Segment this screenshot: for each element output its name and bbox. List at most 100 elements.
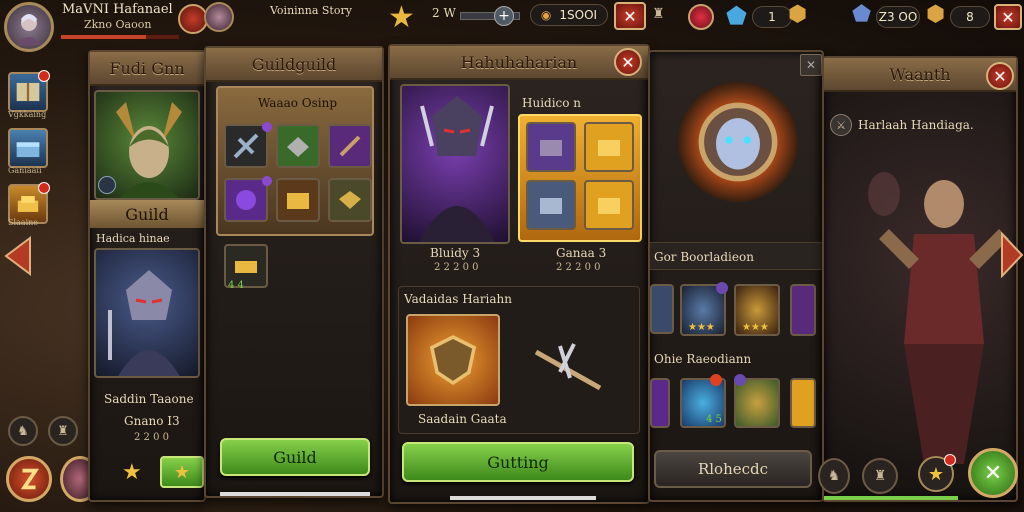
panel5-title: Waanth [889,64,951,84]
top-misc-icon[interactable]: ♜ [652,6,665,22]
panel1-hero-badge [98,176,116,194]
shop-item-3[interactable] [328,124,372,168]
panel4-emblem[interactable] [678,82,798,202]
panel2-title: Guildguild [251,54,337,74]
reward-shield-slot[interactable] [406,314,500,406]
panel4-button-label: Rlohecdc [697,460,769,478]
currency-pill[interactable]: ◉ 1SOOI [530,4,608,26]
panel3-hero-portrait[interactable] [400,84,510,244]
panel1-hero-name: Saddin Taaone [104,392,194,406]
panel5-subtitle-icon: ⚔ [830,114,852,136]
panel3-getting-button[interactable]: Gutting [402,442,634,482]
shop-item-4[interactable] [224,178,268,222]
res2-pill: Z3 OO [876,6,920,28]
panel5-warrior-art [844,144,1014,474]
panel1-star-button[interactable]: ★ [160,456,204,488]
shop-item-5[interactable] [276,178,320,222]
panel-guild-shop: Guildguild Waaao Osinp 4 4 Guild [204,46,384,498]
hero-card-2-badge [716,282,728,294]
top-close-button-right[interactable]: ✕ [994,4,1022,30]
arrow-left-button[interactable] [2,236,34,276]
res2-icon[interactable]: ⬟ [852,2,871,27]
panel5-progress-bar [824,496,958,500]
panel4-close-button[interactable]: ✕ [800,54,822,76]
small-icon-a[interactable]: ♞ [8,416,38,446]
panel2-progress-bar [220,492,370,496]
reward-crossbow-icon[interactable] [530,332,610,402]
panel3-reward-label: Saadain Gaata [418,412,507,426]
panel4-section2: Ohie Raeodiann [654,352,752,366]
panel-hero-reward: Hahuhaharian ✕ Bluidy 3 2 2 2 0 0 Huidic… [388,44,650,504]
chest-slot-4[interactable] [584,180,634,230]
notification-badge-1 [38,70,50,82]
currency-icon: ◉ [540,8,552,22]
top-close-button[interactable]: ✕ [614,2,646,30]
chest-slot-2[interactable] [584,122,634,172]
panel2-header-avatar[interactable] [204,2,234,32]
small-icon-b[interactable]: ♜ [48,416,78,446]
player-name: MaVNI Hafanael [62,2,173,17]
panel1-star-icon[interactable]: ★ [122,460,142,485]
panel1-guild-label: Guild [125,204,169,224]
chest-slot-1[interactable] [526,122,576,172]
panel2-small-item-label: 4 4 [228,280,244,291]
panel1-hero-label: Hadica hinae [96,232,170,245]
gold-bar-icon [235,261,257,273]
xp-star-icon[interactable]: ★ [388,0,424,36]
panel-rewards-list: ✕ Gor Boorladieon ★★★ ★★★ Ohie Raeodiann… [648,50,824,502]
hero-card-3-stars: ★★★ [742,322,769,333]
panel4-section1: Gor Boorladieon [654,250,754,264]
shop-item-2[interactable] [276,124,320,168]
panel3-close-button[interactable]: ✕ [614,48,642,76]
panel3-heading: Huidico n [522,96,582,110]
panel-hero-guild: Fudi Gnn Guild Hadica hinae Saddin Taaon… [88,50,206,502]
crossbow-icon [233,133,259,159]
panel4-button[interactable]: Rlohecdc [654,450,812,488]
hero-card-1[interactable] [650,284,674,334]
panel5-subtitle: Harlaah Handiaga. [858,118,974,132]
bottom-btn-2[interactable]: ♜ [862,458,898,494]
panel3-chest-sub: 2 2 2 0 0 [556,262,601,273]
panel3-progress-bar [450,496,596,500]
panel3-chest-label: Ganaa 3 [556,246,607,260]
shop-item-1[interactable] [224,124,268,168]
panel1-guild-banner[interactable]: Guild [90,200,204,228]
player-avatar[interactable] [4,2,54,52]
panel2-guild-button[interactable]: Guild [220,438,370,476]
bottom-btn-1[interactable]: ♞ [818,458,850,494]
item-card-1[interactable] [650,378,670,428]
dagger-icon [339,135,361,157]
panel2-header: Guildguild [206,48,382,82]
hero-card-4[interactable] [790,284,816,336]
res1-value: 1 [768,10,776,24]
potion-icon[interactable] [688,4,714,30]
res1-plus-icon[interactable]: ⬢ [788,2,807,27]
shop-item-6[interactable] [328,178,372,222]
res3-pill: 8 [950,6,990,28]
menu-btn-2[interactable] [8,128,48,168]
rune-icon [20,468,40,490]
top-plus-button[interactable]: + [494,6,514,26]
purple-chest-icon [540,140,562,156]
panel5-close-button[interactable]: ✕ [986,62,1014,90]
shield-gem-icon[interactable]: ⬟ [726,2,747,30]
gem-label: 2 W [432,6,456,20]
main-emblem-button[interactable] [6,456,52,502]
panel1-title: Fudi Gnn [109,58,185,78]
orb-icon [236,190,256,210]
panel3-header: Hahuhaharian [390,46,648,80]
panel1-header: Fudi Gnn [90,52,204,86]
gold-chest-icon-3 [598,198,620,214]
chest-slot-3[interactable] [526,180,576,230]
gem-box-icon [339,191,361,209]
confirm-button[interactable]: ✕ [968,448,1018,498]
arrow-right-icon [1001,231,1024,279]
arrow-right-button[interactable] [1000,231,1024,279]
panel3-reward-title: Vadaidas Hariahn [404,292,513,306]
panel1-hero2-portrait[interactable] [94,248,200,378]
gold-chest-icon-2 [598,140,620,156]
panel1-hero-sub2: 2 2 0 0 [134,432,169,443]
item-card-2-count: 4 5 [706,414,722,425]
item-card-4[interactable] [790,378,816,428]
res3-icon[interactable]: ⬢ [926,2,945,27]
